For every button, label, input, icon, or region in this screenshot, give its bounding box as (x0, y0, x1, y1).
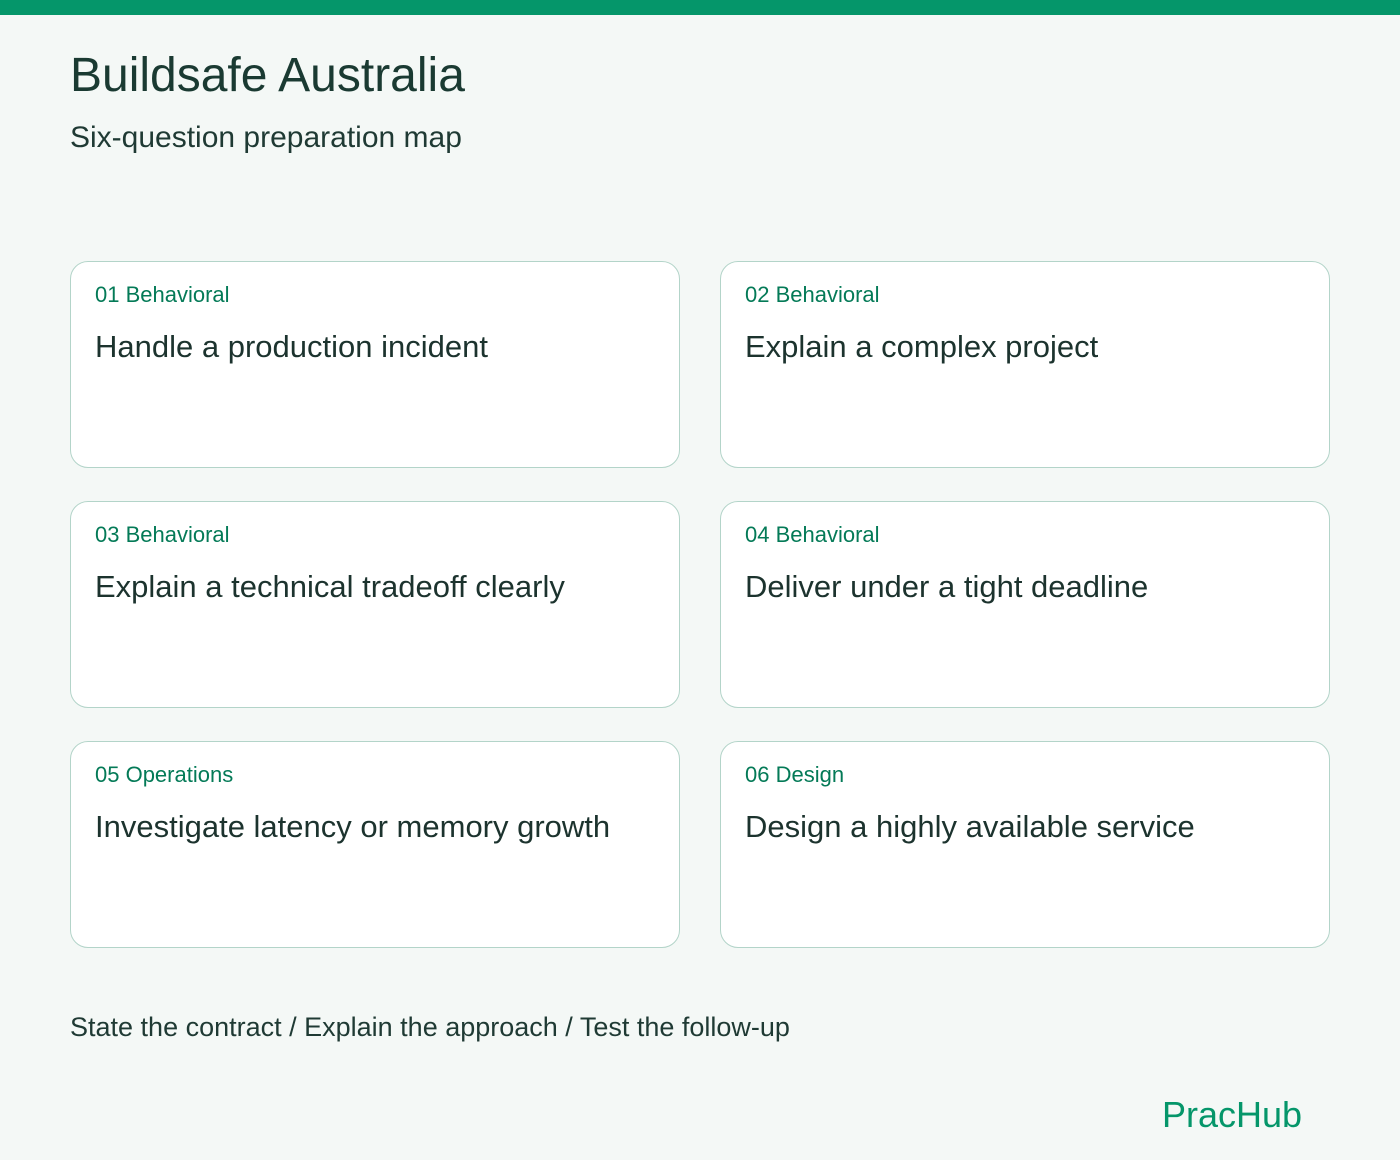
card-title: Investigate latency or memory growth (95, 809, 611, 844)
card-title: Deliver under a tight deadline (745, 569, 1149, 604)
card-tag: 01 Behavioral (95, 282, 230, 307)
question-card-03[interactable]: 03 Behavioral Explain a technical tradeo… (70, 501, 680, 708)
card-tag: 04 Behavioral (745, 522, 880, 547)
card-tag: 02 Behavioral (745, 282, 880, 307)
card-title: Explain a complex project (745, 329, 1099, 364)
question-card-06[interactable]: 06 Design Design a highly available serv… (720, 741, 1330, 948)
card-tag: 06 Design (745, 762, 845, 787)
page-subtitle: Six-question preparation map (70, 121, 462, 154)
card-tag: 03 Behavioral (95, 522, 230, 547)
brand-logo-text: PracHub (1161, 1094, 1302, 1135)
page-title: Buildsafe Australia (70, 49, 465, 102)
top-accent-bar (0, 0, 1400, 15)
card-title: Handle a production incident (95, 329, 488, 364)
question-card-01[interactable]: 01 Behavioral Handle a production incide… (70, 261, 680, 468)
question-card-04[interactable]: 04 Behavioral Deliver under a tight dead… (720, 501, 1330, 708)
card-tag: 05 Operations (95, 762, 234, 787)
question-card-02[interactable]: 02 Behavioral Explain a complex project (720, 261, 1330, 468)
question-card-05[interactable]: 05 Operations Investigate latency or mem… (70, 741, 680, 948)
footer-steps: State the contract / Explain the approac… (70, 1012, 790, 1042)
card-title: Explain a technical tradeoff clearly (95, 569, 565, 604)
card-title: Design a highly available service (745, 809, 1195, 844)
